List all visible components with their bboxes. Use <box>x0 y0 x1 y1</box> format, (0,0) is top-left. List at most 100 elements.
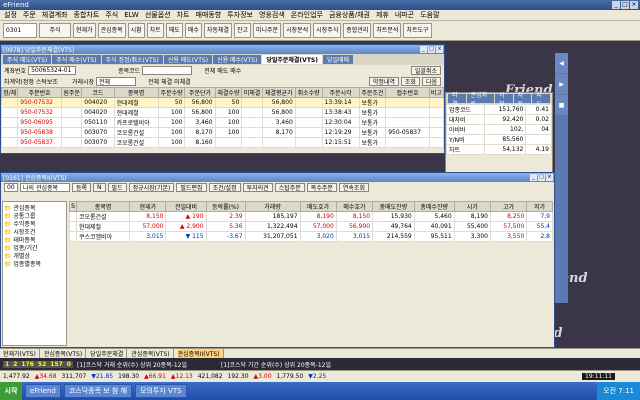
column-header[interactable]: 주문조건 <box>358 87 387 98</box>
maximize-button[interactable]: □ <box>621 1 629 9</box>
close-button[interactable]: × <box>546 174 553 181</box>
tree-item[interactable]: 📁 공통그룹 <box>4 211 65 220</box>
toolbar-button[interactable]: 자동체결 <box>203 23 232 38</box>
order-tab[interactable]: 당일매매 <box>322 55 354 64</box>
tree-item[interactable]: 📁 관심종목 <box>4 203 65 212</box>
close-button[interactable]: × <box>630 1 638 9</box>
column-header[interactable]: 종목명 <box>113 87 159 98</box>
menu-item[interactable]: 주문 <box>23 10 36 20</box>
account-field[interactable]: 50065324-01 <box>28 66 77 75</box>
table-row[interactable]: 950-05837 003070 코오롱건설 100 8,160 12:15:51 보통가 <box>0 137 445 148</box>
column-header[interactable]: 코드 <box>81 87 115 98</box>
maximize-button[interactable]: □ <box>538 174 545 181</box>
maximize-button[interactable]: □ <box>428 46 435 53</box>
menu-item[interactable]: 도움말 <box>420 10 439 20</box>
watch-toolbar-button[interactable]: 등록 <box>72 183 92 192</box>
column-header[interactable]: 시가 <box>453 201 491 212</box>
column-header[interactable]: 종목명 <box>75 201 131 212</box>
side-tab[interactable]: ▶ <box>555 74 568 94</box>
menu-item[interactable]: 영웅검색 <box>259 10 285 20</box>
menu-item[interactable]: 투자정보 <box>227 10 253 20</box>
search-button[interactable]: 조회 <box>400 77 420 86</box>
contract-button[interactable]: 약정내역 <box>368 77 399 86</box>
table-row[interactable]: 950-06095 050110 카프로텔비아 100 3,460 100 3,460 12:… <box>0 117 445 128</box>
group-select[interactable]: 나의 관심종목 <box>20 183 70 192</box>
column-header[interactable]: 취소수량 <box>294 87 323 98</box>
side-tab[interactable]: ◀ <box>555 53 568 73</box>
column-header[interactable]: 현재가 <box>129 201 167 212</box>
watch-toolbar-button[interactable]: 복수주문 <box>306 183 337 192</box>
toolbar-button[interactable]: 매도 <box>165 23 183 38</box>
toolbar-button[interactable]: 차트도구 <box>403 23 432 38</box>
column-header[interactable]: S <box>69 201 77 212</box>
radio-sell[interactable]: 매도 <box>217 66 228 75</box>
side-tab[interactable]: 차트 <box>513 92 532 108</box>
order-tab[interactable]: 주식 정정/취소(VTS) <box>101 55 163 64</box>
radio-all-2[interactable]: 전체 <box>148 77 159 86</box>
window-tab[interactable]: 관심종목(VTS) <box>131 349 174 358</box>
menu-item[interactable]: 종합차트 <box>74 10 100 20</box>
radio-all[interactable]: 전체 <box>204 66 215 75</box>
tree-item[interactable]: 📁 수익종목 <box>4 219 65 228</box>
toolbar-button[interactable]: 시장주식 <box>313 23 342 38</box>
watch-toolbar-button[interactable]: 정규시장(기본) <box>128 183 175 192</box>
radio-filled[interactable]: 체결 <box>161 77 172 86</box>
toolbar-button[interactable]: 차트분석 <box>373 23 402 38</box>
window-tab[interactable]: 관심종목(VTS) <box>44 349 87 358</box>
menu-item[interactable]: 금융상품/채권 <box>329 10 370 20</box>
table-row[interactable]: 쿠스코엠비아 3,015 ▼ 115 -3.67 31,207,051 3,020 3,01… <box>69 231 553 242</box>
column-header[interactable]: 주문번호 <box>17 87 62 98</box>
menu-item[interactable]: 차트 <box>177 10 190 20</box>
watch-toolbar-button[interactable]: N <box>93 183 106 192</box>
toolbar-button[interactable]: 시황 <box>127 23 145 38</box>
close-button[interactable]: × <box>436 46 443 53</box>
side-tab[interactable]: 관심차트 <box>466 92 494 108</box>
column-header[interactable]: 고가 <box>489 201 528 212</box>
table-row[interactable]: 950-05838 003070 코오롱건설 100 8,170 100 8,170 12:1… <box>0 127 445 138</box>
menu-item[interactable]: 매매동향 <box>195 10 221 20</box>
column-header[interactable]: 체결평균가 <box>261 87 296 98</box>
column-header[interactable]: 미체결 <box>241 87 263 98</box>
order-tab[interactable]: 신용 매도(VTS) <box>163 55 213 64</box>
code-input[interactable]: 0301 <box>3 23 37 38</box>
window-tab[interactable]: 관심종목II(VTS) <box>177 349 224 358</box>
column-header[interactable]: 거래량 <box>244 201 301 212</box>
start-button[interactable]: 시작 <box>0 382 22 400</box>
column-header[interactable]: 주문시각 <box>321 87 360 98</box>
column-header[interactable]: 접수번호 <box>385 87 430 98</box>
side-tab[interactable]: 시장 <box>495 92 513 108</box>
table-row[interactable]: 950-07532 004020 현대제철 100 56,800 100 56,800 13:… <box>0 107 445 118</box>
watch-toolbar-button[interactable]: 필드 <box>107 183 127 192</box>
toolbar-button[interactable]: 관심종목 <box>97 23 126 38</box>
tree-item[interactable]: 📁 시장조건 <box>4 227 65 236</box>
minimize-button[interactable]: _ <box>612 1 620 9</box>
toolbar-button[interactable]: 매수 <box>184 23 202 38</box>
column-header[interactable]: 매수호가 <box>335 201 374 212</box>
column-header[interactable]: 저가 <box>526 201 553 212</box>
tree-item[interactable]: 📁 업종/기간 <box>4 243 65 252</box>
market-select[interactable]: 전체 <box>96 77 137 86</box>
column-header[interactable]: 주문단가 <box>184 87 216 98</box>
menu-item[interactable]: 온라인업무 <box>291 10 323 20</box>
minimize-button[interactable]: _ <box>420 46 427 53</box>
taskbar-item[interactable]: 모의투자 VTS <box>135 384 187 398</box>
cancel-all-button[interactable]: 일괄취소 <box>410 66 441 75</box>
column-header[interactable]: 정/체 <box>0 87 19 98</box>
taskbar-item[interactable]: eFriend <box>25 384 61 398</box>
table-row[interactable]: 코오롱건설 8,150 ▲ 190 2.39 185,197 8,190 8,150 15,9… <box>69 211 553 222</box>
watch-toolbar-button[interactable]: 연속조회 <box>338 183 369 192</box>
window-tab[interactable]: 현재가(VTS) <box>3 349 40 358</box>
column-header[interactable]: 비고 <box>428 87 445 98</box>
order-tab[interactable]: 신용 매수(VTS) <box>213 55 262 64</box>
menu-item[interactable]: 설정 <box>4 10 17 20</box>
taskbar-item[interactable]: 코스닥종목 보 참 해 <box>63 384 133 398</box>
column-header[interactable]: 매도호가 <box>299 201 337 212</box>
minimize-button[interactable]: _ <box>530 174 537 181</box>
radio-buy[interactable]: 매수 <box>230 66 241 75</box>
column-header[interactable]: 원주문 <box>60 87 83 98</box>
column-header[interactable]: 총매도잔량 <box>372 201 415 212</box>
tree-item[interactable]: 📁 업종별종목 <box>4 259 65 268</box>
field-select[interactable]: 주식 <box>39 23 71 38</box>
group-no[interactable]: 00 <box>4 183 18 192</box>
watch-toolbar-button[interactable]: 스탑주문 <box>274 183 305 192</box>
